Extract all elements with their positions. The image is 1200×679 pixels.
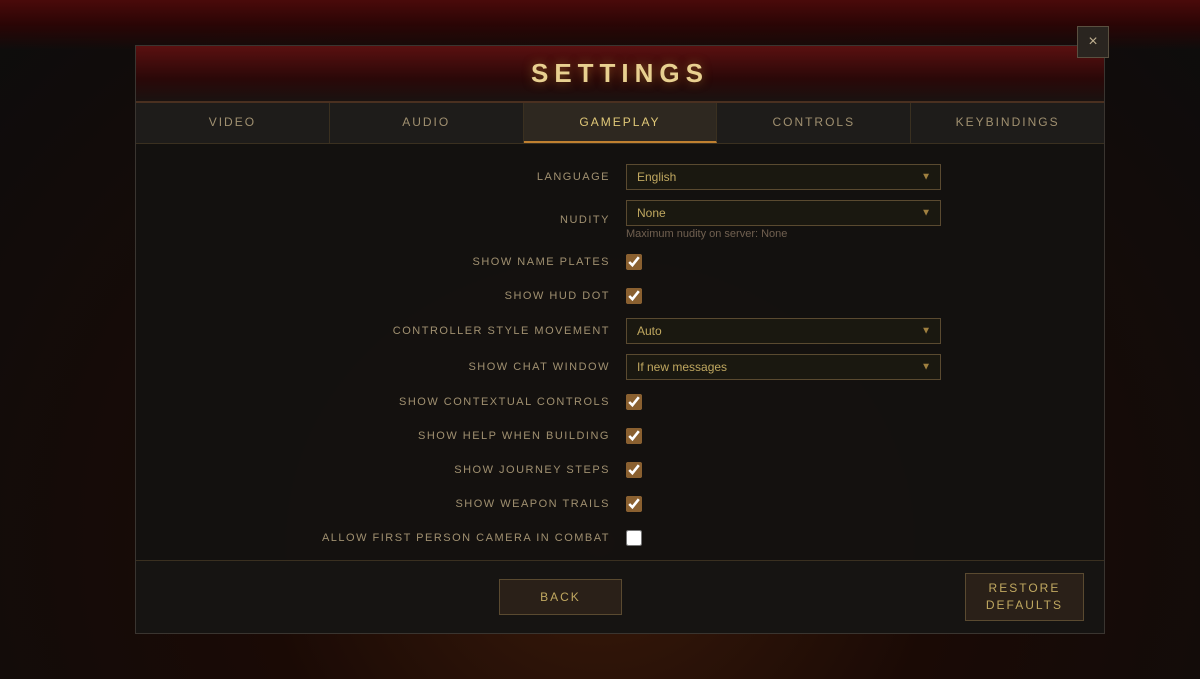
show-weapon-trails-control xyxy=(626,496,1074,512)
show-chat-window-select[interactable]: If new messages Always Never xyxy=(626,354,941,380)
tab-gameplay[interactable]: GAMEPLAY xyxy=(524,103,718,143)
restore-defaults-button[interactable]: RESTOREDEFAULTS xyxy=(965,573,1084,621)
show-help-building-control xyxy=(626,428,1074,444)
nudity-row: NUDITY None Partial Full ▼ Maximum nudit… xyxy=(166,200,1074,240)
show-hud-dot-label: SHOW HUD DOT xyxy=(166,290,626,302)
show-weapon-trails-row: SHOW WEAPON TRAILS xyxy=(166,492,1074,516)
show-journey-steps-row: SHOW JOURNEY STEPS xyxy=(166,458,1074,482)
tab-keybindings[interactable]: KEYBINDINGS xyxy=(911,103,1104,143)
show-hud-dot-checkbox[interactable] xyxy=(626,288,642,304)
tab-video[interactable]: VIDEO xyxy=(136,103,330,143)
show-help-building-label: SHOW HELP WHEN BUILDING xyxy=(166,430,626,442)
language-label: LANGUAGE xyxy=(166,171,626,183)
show-journey-steps-label: SHOW JOURNEY STEPS xyxy=(166,464,626,476)
show-help-building-row: SHOW HELP WHEN BUILDING xyxy=(166,424,1074,448)
close-button[interactable]: × xyxy=(1077,26,1109,58)
nudity-select[interactable]: None Partial Full xyxy=(626,200,941,226)
nudity-sub-text: Maximum nudity on server: None xyxy=(626,228,1074,240)
allow-first-person-control xyxy=(626,530,1074,546)
show-contextual-controls-label: SHOW CONTEXTUAL CONTROLS xyxy=(166,396,626,408)
show-chat-window-row: SHOW CHAT WINDOW If new messages Always … xyxy=(166,354,1074,380)
show-contextual-controls-row: SHOW CONTEXTUAL CONTROLS xyxy=(166,390,1074,414)
show-name-plates-row: SHOW NAME PLATES xyxy=(166,250,1074,274)
language-dropdown-wrapper: English French German Spanish ▼ xyxy=(626,164,941,190)
show-journey-steps-checkbox[interactable] xyxy=(626,462,642,478)
show-weapon-trails-checkbox[interactable] xyxy=(626,496,642,512)
controller-style-select[interactable]: Auto On Off xyxy=(626,318,941,344)
modal-header: SETTINGS xyxy=(136,46,1104,103)
show-name-plates-checkbox[interactable] xyxy=(626,254,642,270)
show-contextual-controls-control xyxy=(626,394,1074,410)
nudity-control: None Partial Full ▼ Maximum nudity on se… xyxy=(626,200,1074,240)
show-name-plates-label: SHOW NAME PLATES xyxy=(166,256,626,268)
show-hud-dot-control xyxy=(626,288,1074,304)
tab-audio[interactable]: AUDIO xyxy=(330,103,524,143)
language-control: English French German Spanish ▼ xyxy=(626,164,1074,190)
nudity-dropdown-wrapper: None Partial Full ▼ xyxy=(626,200,941,226)
show-name-plates-control xyxy=(626,254,1074,270)
tab-controls[interactable]: CONTROLS xyxy=(717,103,911,143)
tab-bar: VIDEO AUDIO GAMEPLAY CONTROLS KEYBINDING… xyxy=(136,103,1104,144)
show-chat-window-control: If new messages Always Never ▼ xyxy=(626,354,1074,380)
show-chat-window-label: SHOW CHAT WINDOW xyxy=(166,361,626,373)
nudity-label: NUDITY xyxy=(166,214,626,226)
background-top-gradient xyxy=(0,0,1200,50)
show-contextual-controls-checkbox[interactable] xyxy=(626,394,642,410)
controller-style-label: CONTROLLER STYLE MOVEMENT xyxy=(166,325,626,337)
show-hud-dot-row: SHOW HUD DOT xyxy=(166,284,1074,308)
show-journey-steps-control xyxy=(626,462,1074,478)
controller-style-row: CONTROLLER STYLE MOVEMENT Auto On Off ▼ xyxy=(166,318,1074,344)
language-row: LANGUAGE English French German Spanish ▼ xyxy=(166,164,1074,190)
back-button[interactable]: BACK xyxy=(499,579,622,615)
allow-first-person-label: ALLOW FIRST PERSON CAMERA IN COMBAT xyxy=(166,532,626,544)
allow-first-person-checkbox[interactable] xyxy=(626,530,642,546)
settings-modal: × SETTINGS VIDEO AUDIO GAMEPLAY CONTROLS… xyxy=(135,45,1105,634)
show-chat-window-dropdown-wrapper: If new messages Always Never ▼ xyxy=(626,354,941,380)
modal-footer: BACK RESTOREDEFAULTS xyxy=(136,560,1104,633)
language-select[interactable]: English French German Spanish xyxy=(626,164,941,190)
controller-style-control: Auto On Off ▼ xyxy=(626,318,1074,344)
show-help-building-checkbox[interactable] xyxy=(626,428,642,444)
allow-first-person-row: ALLOW FIRST PERSON CAMERA IN COMBAT xyxy=(166,526,1074,550)
restore-defaults-label: RESTOREDEFAULTS xyxy=(986,581,1063,612)
controller-style-dropdown-wrapper: Auto On Off ▼ xyxy=(626,318,941,344)
settings-body: LANGUAGE English French German Spanish ▼… xyxy=(136,144,1104,560)
show-weapon-trails-label: SHOW WEAPON TRAILS xyxy=(166,498,626,510)
modal-title: SETTINGS xyxy=(156,58,1084,89)
